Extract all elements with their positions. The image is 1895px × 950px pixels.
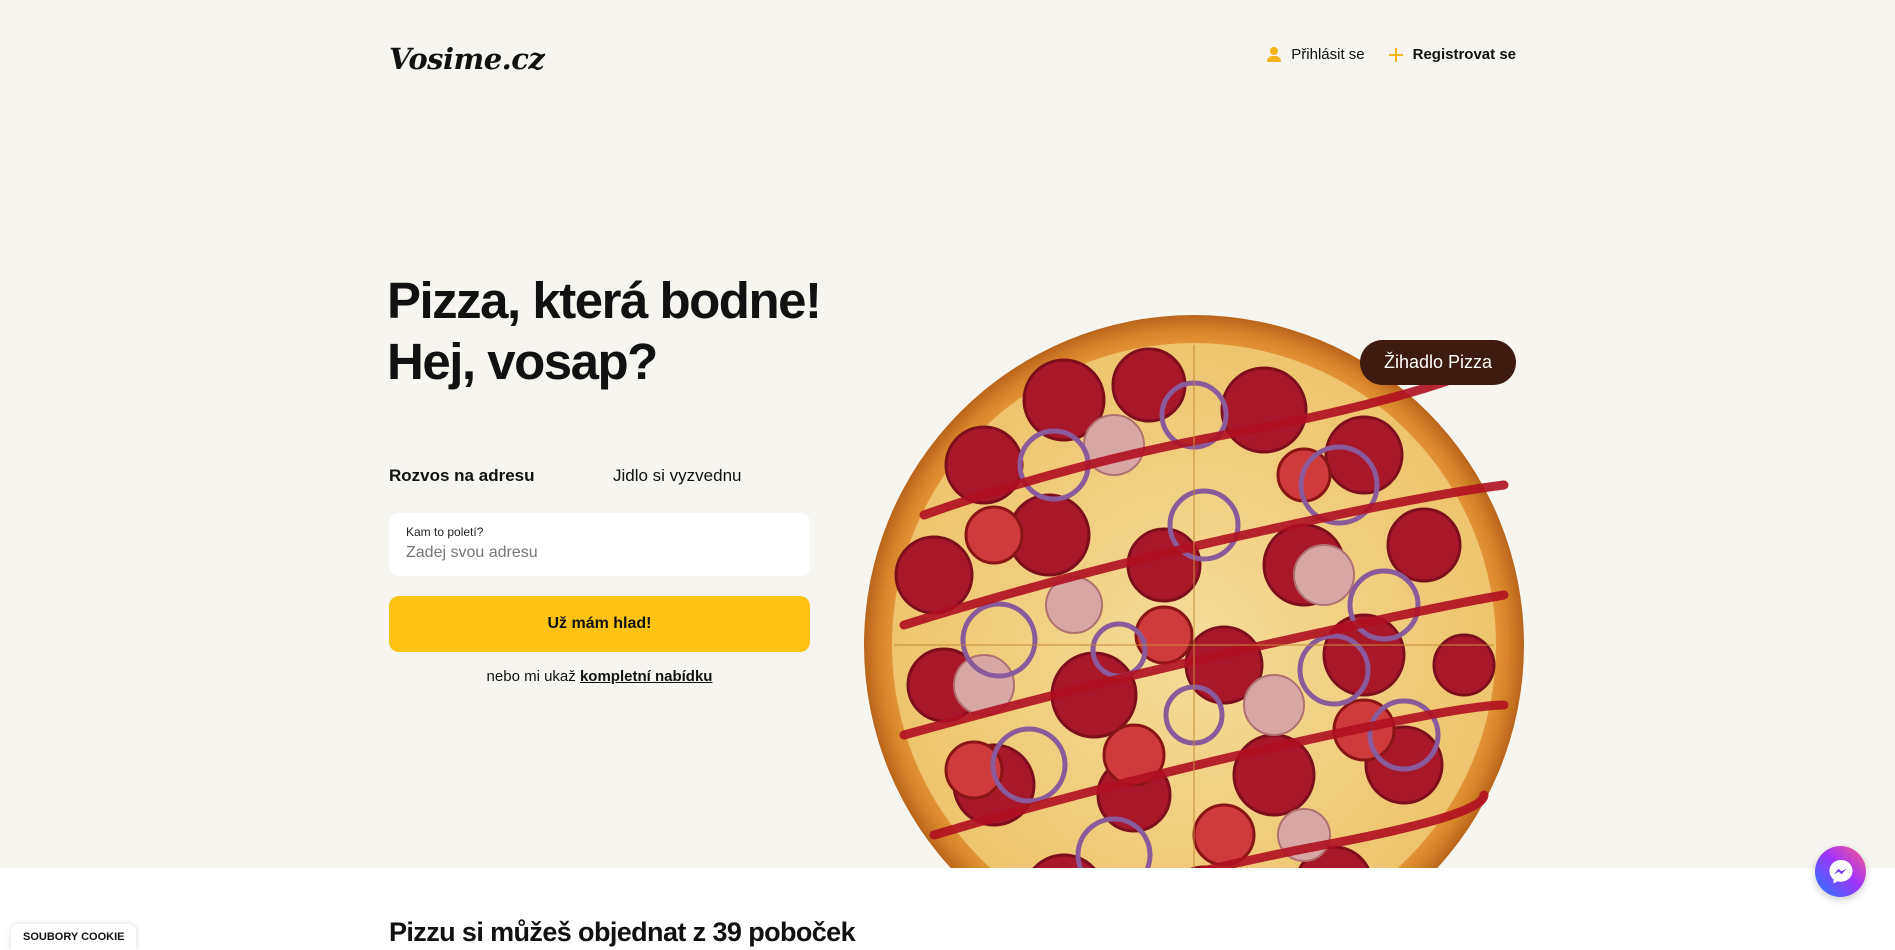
headline-line-1: Pizza, která bodne! — [387, 272, 822, 329]
auth-links: Přihlásit se Registrovat se — [1267, 46, 1516, 63]
full-menu-line: nebo mi ukaž kompletní nabídku — [389, 668, 810, 685]
user-icon — [1267, 46, 1282, 63]
register-link[interactable]: Registrovat se — [1388, 46, 1516, 63]
headline-line-2: Hej, vosap? — [387, 333, 658, 390]
branches-title: Pizzu si můžeš objednat z 39 poboček — [389, 917, 856, 947]
hero-section: Vosime.cz Přihlásit se Registrovat se Pi… — [0, 0, 1895, 868]
messenger-icon — [1829, 859, 1852, 883]
tab-delivery[interactable]: Rozvos na adresu — [389, 466, 613, 486]
address-field[interactable]: Kam to poletí? — [389, 513, 810, 576]
login-label: Přihlásit se — [1291, 46, 1365, 63]
address-label: Kam to poletí? — [406, 525, 484, 539]
full-menu-link[interactable]: kompletní nabídku — [580, 668, 713, 685]
order-type-tabs: Rozvos na adresu Jidlo si vyzvednu — [389, 466, 742, 486]
tab-pickup[interactable]: Jidlo si vyzvednu — [613, 466, 742, 486]
address-input[interactable] — [406, 544, 793, 562]
login-link[interactable]: Přihlásit se — [1267, 46, 1365, 63]
messenger-chat-button[interactable] — [1815, 846, 1866, 897]
full-menu-prefix: nebo mi ukaž — [486, 668, 576, 685]
site-logo[interactable]: Vosime.cz — [389, 42, 545, 76]
pizza-name-badge: Žihadlo Pizza — [1360, 340, 1517, 385]
pizza-image — [864, 315, 1524, 868]
hero-headline: Pizza, která bodne! Hej, vosap? — [387, 270, 822, 392]
hungry-button[interactable]: Už mám hlad! — [389, 596, 810, 652]
cookie-settings-button[interactable]: SOUBORY COOKIE — [11, 924, 137, 950]
register-label: Registrovat se — [1412, 46, 1516, 63]
plus-icon — [1388, 47, 1403, 62]
